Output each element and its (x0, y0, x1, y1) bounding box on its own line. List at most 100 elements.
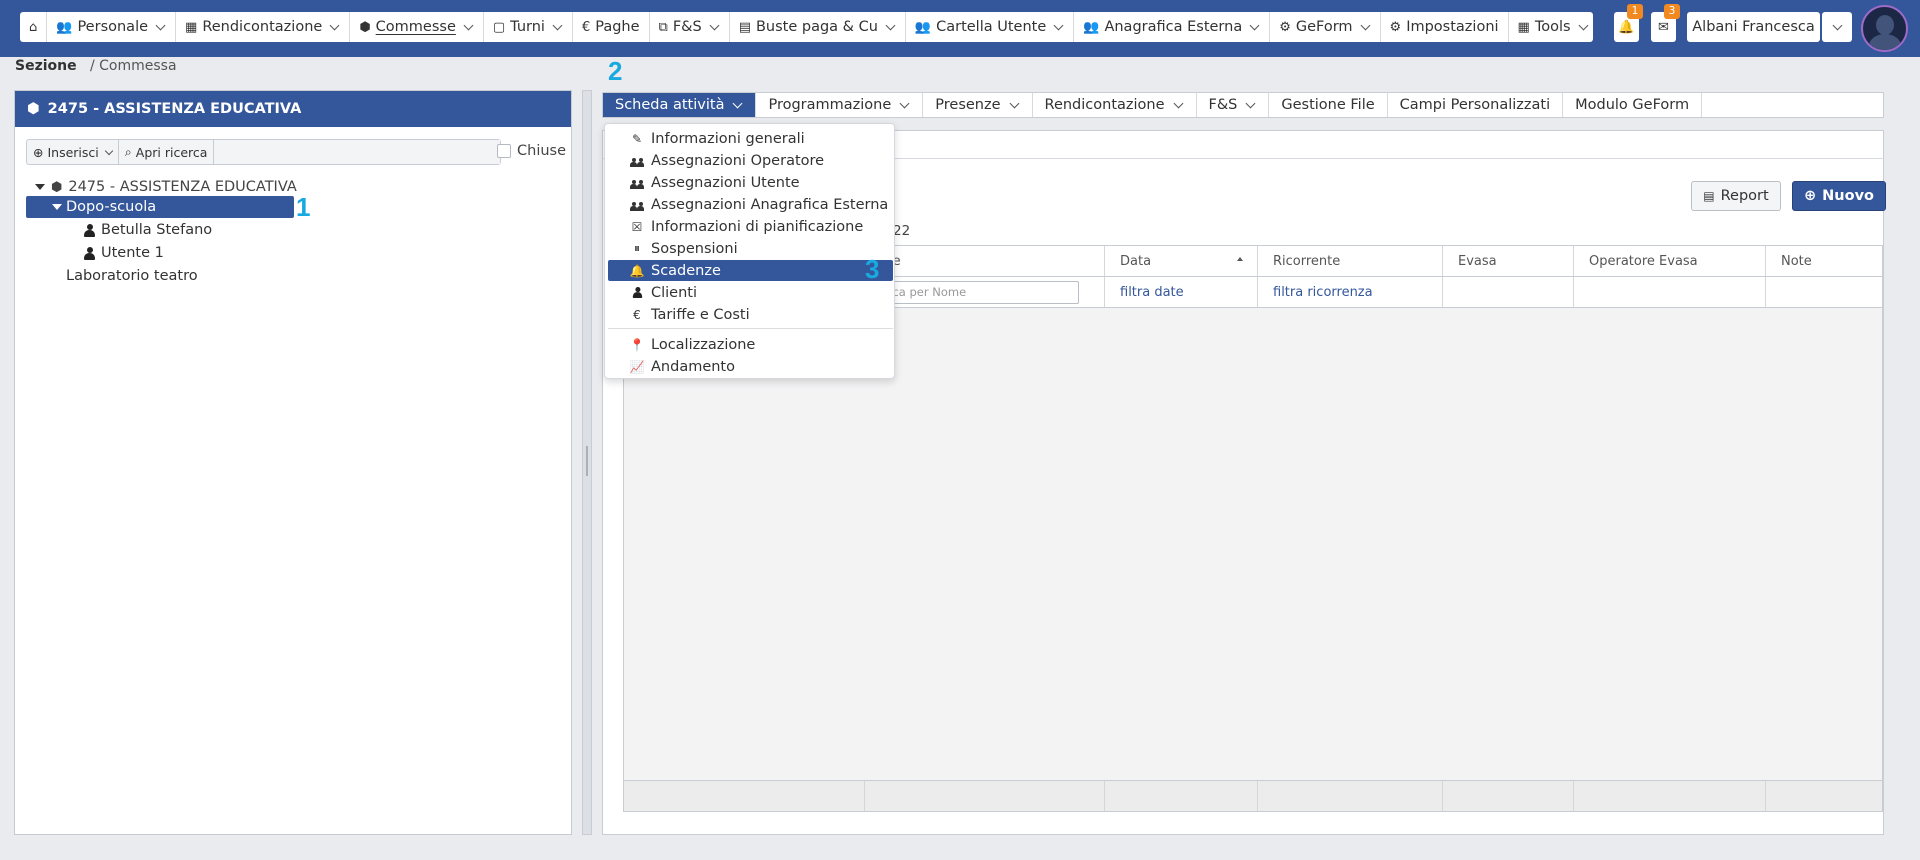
grid-header-cell[interactable]: Operatore Evasa (1574, 246, 1766, 276)
new-button[interactable]: ⊕ Nuovo (1792, 181, 1886, 211)
grid-filter-cell[interactable]: rca per Nome (865, 277, 1105, 307)
nav-item-label: Commesse (375, 19, 456, 35)
grid-footer-cell (865, 781, 1105, 811)
calendar-x-icon: ☒ (631, 219, 643, 234)
tree-node-person[interactable]: Utente 1 (84, 242, 164, 264)
avatar[interactable] (1861, 5, 1908, 52)
record-count: 22 (893, 223, 911, 239)
report-button[interactable]: ▤ Report (1691, 181, 1781, 211)
closed-filter[interactable]: Chiuse (497, 143, 566, 159)
breadcrumb-section[interactable]: Sezione (15, 58, 77, 74)
menu-item-assegnazioni-utente[interactable]: Assegnazioni Utente (608, 172, 893, 193)
tree-search-input[interactable] (214, 140, 500, 164)
tree-node-root[interactable]: ⬢ 2475 - ASSISTENZA EDUCATIVA (35, 176, 297, 198)
notifications-button[interactable]: 🔔 1 (1614, 4, 1643, 42)
grid-filter-cell[interactable]: filtra ricorrenza (1258, 277, 1443, 307)
grid-footer-row (624, 780, 1882, 811)
closed-checkbox[interactable] (497, 144, 511, 158)
user-menu-caret[interactable] (1822, 12, 1852, 42)
chevron-down-icon (329, 20, 340, 30)
tab-label: Rendicontazione (1044, 97, 1165, 113)
chevron-down-icon (709, 20, 720, 30)
chevron-down-icon (733, 98, 743, 108)
chevron-down-icon (899, 98, 910, 108)
nav-item-buste-paga-cu[interactable]: ▤ Buste paga & Cu (730, 12, 906, 42)
nav-item-label: F&S (672, 19, 702, 35)
tab-programmazione[interactable]: Programmazione (756, 93, 924, 117)
insert-button[interactable]: ⊕ Inserisci (27, 140, 119, 164)
report-label: Report (1720, 188, 1769, 204)
nav-item-rendicontazione[interactable]: ▦ Rendicontazione (176, 12, 351, 42)
user-icon (630, 286, 644, 299)
nav-item-impostazioni[interactable]: ⚙ Impostazioni (1381, 12, 1509, 42)
nav-item-label: Cartella Utente (936, 19, 1047, 35)
grid-header-cell[interactable]: me (865, 246, 1105, 276)
search-icon: ⌕ (124, 144, 132, 159)
messages-button[interactable]: ✉ 3 (1651, 4, 1680, 42)
cube-icon: ⬢ (27, 101, 40, 117)
tree-node-label: Betulla Stefano (101, 222, 213, 238)
nav-item-commesse[interactable]: ⬢ Commesse (350, 12, 484, 42)
grid-header-cell[interactable]: Data (1105, 246, 1258, 276)
chevron-down-icon (1173, 98, 1183, 108)
tab-modulo-geform[interactable]: Modulo GeForm (1563, 93, 1703, 117)
nav-item-home[interactable]: ⌂ (20, 12, 48, 42)
nav-item-tools[interactable]: ▦ Tools (1509, 12, 1598, 42)
menu-item-sospensioni[interactable]: ⏸ Sospensioni (608, 238, 893, 259)
nav-item-cartella-utente[interactable]: 👥 Cartella Utente (906, 12, 1075, 42)
menu-item-label: Informazioni di pianificazione (651, 218, 864, 235)
panel-splitter[interactable] (582, 90, 592, 835)
nav-item-anagrafica-esterna[interactable]: 👥 Anagrafica Esterna (1074, 12, 1271, 42)
bell-icon: 🔔 (1618, 19, 1635, 35)
nav-item-paghe[interactable]: € Paghe (573, 12, 650, 42)
menu-item-informazioni-di-pianificazione[interactable]: ☒ Informazioni di pianificazione (608, 216, 893, 237)
grid-filter-cell[interactable]: filtra date (1105, 277, 1258, 307)
chevron-down-icon (155, 20, 166, 30)
tab-f-s[interactable]: F&S (1197, 93, 1270, 117)
grid-icon: ▦ (1517, 19, 1530, 35)
menu-item-label: Sospensioni (651, 240, 738, 257)
menu-item-assegnazioni-anagrafica-esterna[interactable]: Assegnazioni Anagrafica Esterna (608, 194, 893, 215)
calendar-icon: ▦ (185, 19, 198, 35)
users-icon: 👥 (56, 19, 73, 35)
tree-node-laboratorio-teatro[interactable]: Laboratorio teatro (66, 265, 198, 287)
tree-node-label: Dopo-scuola (66, 199, 157, 215)
grid-header-cell[interactable]: Note (1766, 246, 1882, 276)
tab-label: F&S (1208, 97, 1238, 113)
menu-item-label: Scadenze (651, 262, 721, 279)
nav-item-label: Personale (77, 19, 149, 35)
menu-item-localizzazione[interactable]: 📍 Localizzazione (608, 334, 893, 355)
tree-node-person[interactable]: Betulla Stefano (84, 219, 212, 241)
caret-down-icon[interactable] (35, 184, 45, 190)
tab-label: Scheda attività (615, 97, 725, 113)
tab-campi-personalizzati[interactable]: Campi Personalizzati (1388, 93, 1564, 117)
user-menu-button[interactable]: Albani Francesca (1687, 12, 1820, 42)
grid-filter-cell (1574, 277, 1766, 307)
open-search-button[interactable]: ⌕ Apri ricerca (119, 140, 215, 164)
nav-item-f-s[interactable]: ⧉ F&S (650, 12, 730, 42)
tab-label: Gestione File (1281, 97, 1375, 113)
menu-item-label: Assegnazioni Utente (651, 174, 800, 191)
menu-item-clienti[interactable]: Clienti (608, 282, 893, 303)
menu-item-informazioni-generali[interactable]: ✎ Informazioni generali (608, 128, 893, 149)
caret-down-icon[interactable] (52, 204, 62, 210)
menu-item-andamento[interactable]: 📈 Andamento (608, 356, 893, 377)
nav-item-personale[interactable]: 👥 Personale (47, 12, 177, 42)
name-filter-input[interactable]: rca per Nome (879, 280, 1079, 304)
tab-rendicontazione[interactable]: Rendicontazione (1033, 93, 1197, 117)
tree-node-label: 2475 - ASSISTENZA EDUCATIVA (68, 179, 297, 195)
users-icon (630, 177, 644, 189)
nav-item-turni[interactable]: ▢ Turni (484, 12, 573, 42)
tree-node-dopo-scuola[interactable]: Dopo-scuola (26, 196, 294, 218)
tab-gestione-file[interactable]: Gestione File (1269, 93, 1388, 117)
tab-scheda-attivit-[interactable]: Scheda attività (603, 93, 757, 117)
chevron-down-icon (885, 20, 896, 30)
grid-header-cell[interactable]: Evasa (1443, 246, 1574, 276)
menu-item-tariffe-e-costi[interactable]: € Tariffe e Costi (608, 304, 893, 325)
menu-item-scadenze[interactable]: 🔔 Scadenze (608, 260, 893, 281)
nav-item-label: Turni (510, 19, 545, 35)
menu-item-assegnazioni-operatore[interactable]: Assegnazioni Operatore (608, 150, 893, 171)
nav-item-geform[interactable]: ⚙ GeForm (1270, 12, 1381, 42)
tab-presenze[interactable]: Presenze (923, 93, 1033, 117)
grid-header-cell[interactable]: Ricorrente (1258, 246, 1443, 276)
